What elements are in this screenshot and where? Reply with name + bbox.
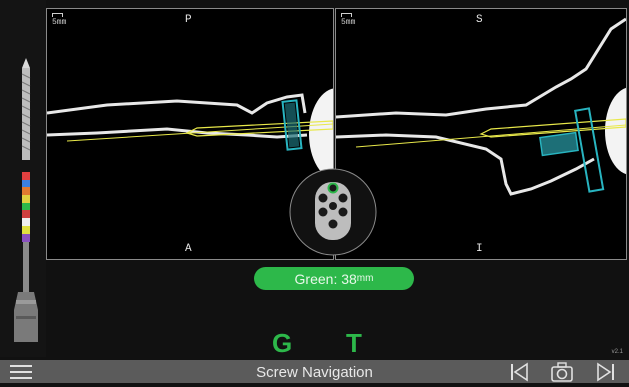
orientation-bottom-label: I — [476, 243, 483, 255]
drill-tool-rail — [0, 0, 46, 357]
mode-indicator-t[interactable]: T — [346, 328, 362, 359]
drill-bit-icon — [14, 58, 38, 342]
skip-forward-icon[interactable] — [594, 362, 618, 382]
coronal-view-panel[interactable]: 5mm S I — [335, 8, 627, 260]
screw-length-value: Green: 38 — [294, 270, 357, 287]
mode-indicator-g[interactable]: G — [272, 328, 292, 359]
scale-indicator: 5mm — [341, 13, 355, 27]
screw-length-unit: mm — [356, 273, 374, 284]
bottom-toolbar: Screw Navigation — [0, 360, 629, 383]
skip-back-icon[interactable] — [507, 362, 531, 382]
coronal-view-image — [336, 17, 626, 196]
orientation-bottom-label: A — [185, 243, 192, 255]
screw-hole-pattern-icon — [289, 168, 377, 256]
screw-length-indicator: Green: 38 mm — [254, 267, 414, 290]
scale-indicator: 5mm — [52, 13, 66, 27]
version-label: v2.1 — [611, 349, 623, 355]
orientation-top-label: P — [185, 14, 192, 26]
axial-target-view[interactable] — [289, 168, 377, 256]
page-title: Screw Navigation — [256, 364, 373, 381]
orientation-top-label: S — [476, 14, 483, 26]
camera-icon[interactable] — [550, 362, 574, 382]
